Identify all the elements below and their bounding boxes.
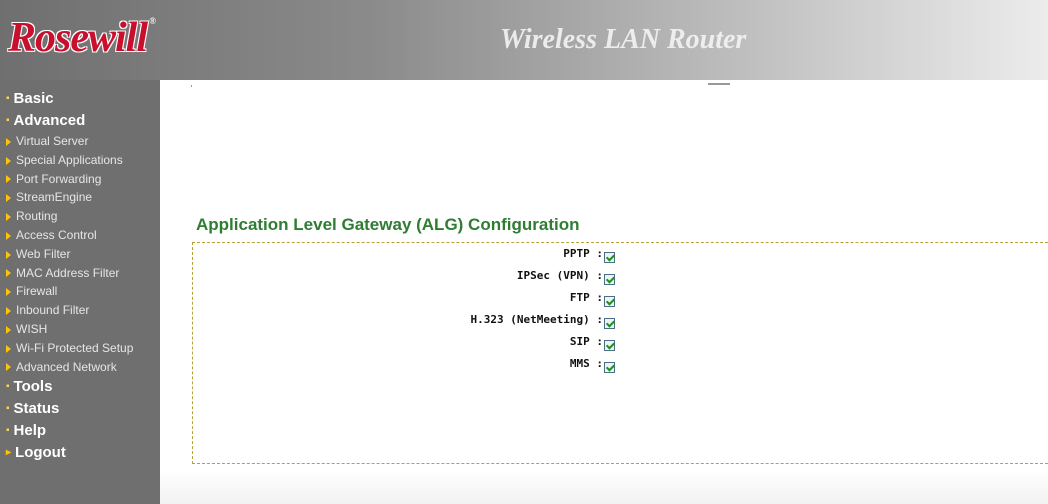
bullet-icon: ▪ — [6, 425, 10, 437]
arrow-right-icon — [6, 269, 11, 278]
nav-basic[interactable]: ▪ Basic — [0, 88, 160, 110]
alg-label-mms: MMS : — [569, 357, 603, 370]
arrow-right-icon — [6, 231, 11, 240]
arrow-right-icon — [6, 156, 11, 165]
header-banner: Rosewill ® Wireless LAN Router — [0, 0, 1048, 80]
nav-tools[interactable]: ▪ Tools — [0, 376, 160, 398]
main-content: Application Level Gateway (ALG) Configur… — [160, 80, 1048, 504]
sidebar-nav: ▪ Basic ▪ Advanced Virtual Server Special … — [0, 80, 160, 504]
footer-fade — [160, 470, 1048, 504]
alg-row-ftp: FTP : — [193, 289, 615, 311]
arrow-right-icon — [6, 137, 11, 146]
nav-routing[interactable]: Routing — [0, 207, 160, 226]
nav-mac-address-filter[interactable]: MAC Address Filter — [0, 264, 160, 283]
arrow-right-icon — [6, 175, 11, 184]
nav-port-forwarding[interactable]: Port Forwarding — [0, 170, 160, 189]
nav-advanced-network[interactable]: Advanced Network — [0, 358, 160, 377]
arrow-right-icon — [6, 307, 11, 315]
divider — [708, 83, 730, 85]
alg-config-panel: PPTP : IPSec (VPN) : FTP : H.323 (NetMee… — [192, 242, 1048, 464]
arrow-right-icon — [6, 288, 11, 297]
nav-web-filter[interactable]: Web Filter — [0, 245, 160, 264]
ipsec-checkbox[interactable] — [604, 274, 615, 285]
nav-wifi-protected-setup[interactable]: Wi-Fi Protected Setup — [0, 339, 160, 358]
nav-special-applications[interactable]: Special Applications — [0, 151, 160, 170]
divider — [191, 85, 192, 87]
alg-label-pptp: PPTP : — [563, 247, 603, 260]
arrow-right-icon — [6, 344, 11, 353]
alg-label-ftp: FTP : — [569, 291, 603, 304]
page-title: Application Level Gateway (ALG) Configur… — [196, 215, 580, 234]
sip-checkbox[interactable] — [604, 340, 615, 351]
bullet-icon: ▪ — [6, 403, 10, 415]
bullet-icon: ▪ — [6, 93, 10, 105]
rosewill-logo: Rosewill ® — [8, 15, 156, 61]
nav-advanced[interactable]: ▪ Advanced — [0, 110, 160, 132]
arrow-right-icon — [6, 250, 11, 259]
ftp-checkbox[interactable] — [604, 296, 615, 307]
alg-label-sip: SIP : — [569, 335, 603, 348]
product-title: Wireless LAN Router — [500, 24, 747, 55]
pptp-checkbox[interactable] — [604, 252, 615, 263]
nav-help[interactable]: ▪ Help — [0, 420, 160, 442]
bullet-icon: ▪ — [6, 381, 10, 393]
nav-status[interactable]: ▪ Status — [0, 398, 160, 420]
alg-label-ipsec: IPSec (VPN) : — [516, 269, 603, 282]
alg-row-sip: SIP : — [193, 333, 615, 355]
mms-checkbox[interactable] — [604, 362, 615, 373]
nav-firewall[interactable]: Firewall — [0, 282, 160, 301]
alg-row-mms: MMS : — [193, 355, 615, 377]
arrow-right-icon — [6, 325, 11, 334]
alg-label-h323: H.323 (NetMeeting) : — [470, 313, 603, 326]
nav-inbound-filter[interactable]: Inbound Filter — [0, 301, 160, 320]
nav-virtual-server[interactable]: Virtual Server — [0, 132, 160, 151]
alg-row-pptp: PPTP : — [193, 245, 615, 267]
nav-wish[interactable]: WISH — [0, 320, 160, 339]
bullet-icon: ▪ — [6, 115, 10, 127]
arrow-right-icon: ▸ — [6, 447, 12, 459]
arrow-right-icon — [6, 213, 11, 222]
alg-row-ipsec: IPSec (VPN) : — [193, 267, 615, 289]
arrow-right-icon — [6, 363, 11, 372]
brand-name: Rosewill — [8, 15, 148, 61]
nav-streamengine[interactable]: StreamEngine — [0, 188, 160, 207]
alg-row-h323: H.323 (NetMeeting) : — [193, 311, 615, 333]
nav-access-control[interactable]: Access Control — [0, 226, 160, 245]
h323-checkbox[interactable] — [604, 318, 615, 329]
arrow-right-icon — [6, 194, 11, 203]
nav-logout[interactable]: ▸ Logout — [0, 442, 160, 464]
